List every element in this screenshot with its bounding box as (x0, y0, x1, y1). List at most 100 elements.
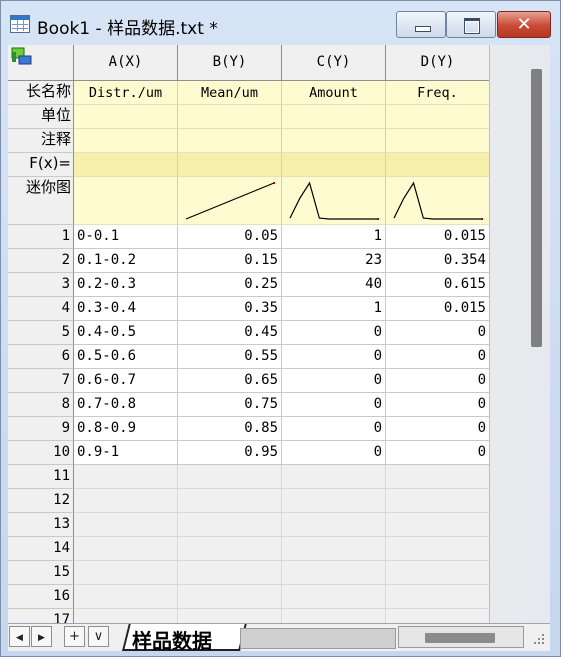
row-number[interactable]: 13 (8, 513, 74, 537)
data-cell-a[interactable]: 0.8-0.9 (74, 417, 178, 441)
row-number[interactable]: 7 (8, 369, 74, 393)
comments-cell-d[interactable] (386, 129, 489, 153)
data-cell-c[interactable]: 23 (282, 249, 386, 273)
empty-cell-a[interactable] (74, 513, 178, 537)
sheet-list-button[interactable]: ∨ (88, 626, 109, 647)
data-cell-b[interactable]: 0.35 (178, 297, 282, 321)
row-number[interactable]: 12 (8, 489, 74, 513)
fx-cell-d[interactable] (386, 153, 489, 177)
empty-cell-b[interactable] (178, 585, 282, 609)
fx-cell-b[interactable] (178, 153, 282, 177)
data-cell-d[interactable]: 0 (386, 393, 489, 417)
data-cell-d[interactable]: 0 (386, 321, 489, 345)
empty-cell-b[interactable] (178, 537, 282, 561)
comments-cell-b[interactable] (178, 129, 282, 153)
data-cell-b[interactable]: 0.75 (178, 393, 282, 417)
worksheet-grid[interactable]: A(X) B(Y) C(Y) D(Y) 长名称 Distr./um Mean/um Amoun… (8, 45, 489, 623)
data-cell-c[interactable]: 0 (282, 345, 386, 369)
empty-cell-d[interactable] (386, 513, 489, 537)
next-sheet-button[interactable]: ▶ (31, 626, 52, 647)
long-name-cell-b[interactable]: Mean/um (178, 81, 282, 105)
row-label-sparklines[interactable]: 迷你图 (8, 177, 74, 225)
data-cell-d[interactable]: 0 (386, 417, 489, 441)
empty-cell-c[interactable] (282, 489, 386, 513)
data-cell-c[interactable]: 1 (282, 225, 386, 249)
data-cell-d[interactable]: 0 (386, 369, 489, 393)
empty-cell-b[interactable] (178, 513, 282, 537)
vertical-scrollbar[interactable] (489, 45, 550, 623)
sparklines-cell-c[interactable] (282, 177, 386, 225)
row-label-comments[interactable]: 注释 (8, 129, 74, 153)
data-cell-d[interactable]: 0.615 (386, 273, 489, 297)
empty-cell-d[interactable] (386, 465, 489, 489)
empty-cell-c[interactable] (282, 585, 386, 609)
fx-cell-c[interactable] (282, 153, 386, 177)
empty-cell-d[interactable] (386, 585, 489, 609)
data-cell-b[interactable]: 0.55 (178, 345, 282, 369)
empty-cell-c[interactable] (282, 465, 386, 489)
data-cell-c[interactable]: 0 (282, 321, 386, 345)
empty-cell-b[interactable] (178, 609, 282, 623)
sparklines-cell-b[interactable] (178, 177, 282, 225)
empty-cell-b[interactable] (178, 465, 282, 489)
horizontal-scroll-thumb[interactable] (425, 633, 495, 643)
row-label-units[interactable]: 单位 (8, 105, 74, 129)
empty-cell-c[interactable] (282, 609, 386, 623)
data-cell-d[interactable]: 0.015 (386, 297, 489, 321)
sheet-tab-label[interactable]: 样品数据 (132, 625, 212, 654)
empty-cell-d[interactable] (386, 561, 489, 585)
sparklines-cell-a[interactable] (74, 177, 178, 225)
data-cell-c[interactable]: 1 (282, 297, 386, 321)
data-cell-c[interactable]: 0 (282, 393, 386, 417)
empty-cell-c[interactable] (282, 561, 386, 585)
units-cell-b[interactable] (178, 105, 282, 129)
data-cell-d[interactable]: 0.015 (386, 225, 489, 249)
data-cell-b[interactable]: 0.95 (178, 441, 282, 465)
data-cell-a[interactable]: 0.2-0.3 (74, 273, 178, 297)
close-button[interactable]: ✕ (497, 11, 551, 38)
long-name-cell-c[interactable]: Amount (282, 81, 386, 105)
empty-cell-a[interactable] (74, 465, 178, 489)
long-name-cell-d[interactable]: Freq. (386, 81, 489, 105)
data-cell-d[interactable]: 0.354 (386, 249, 489, 273)
add-sheet-button[interactable]: + (64, 626, 85, 647)
empty-cell-d[interactable] (386, 489, 489, 513)
row-number[interactable]: 15 (8, 561, 74, 585)
empty-cell-a[interactable] (74, 609, 178, 623)
long-name-cell-a[interactable]: Distr./um (74, 81, 178, 105)
units-cell-a[interactable] (74, 105, 178, 129)
row-number[interactable]: 2 (8, 249, 74, 273)
horizontal-scrollbar[interactable] (398, 626, 524, 648)
data-cell-b[interactable]: 0.45 (178, 321, 282, 345)
column-header-b[interactable]: B(Y) (178, 45, 282, 81)
units-cell-d[interactable] (386, 105, 489, 129)
row-number[interactable]: 5 (8, 321, 74, 345)
data-cell-a[interactable]: 0.6-0.7 (74, 369, 178, 393)
data-cell-c[interactable]: 0 (282, 417, 386, 441)
data-cell-d[interactable]: 0 (386, 345, 489, 369)
data-cell-b[interactable]: 0.05 (178, 225, 282, 249)
data-cell-a[interactable]: 0.5-0.6 (74, 345, 178, 369)
row-number[interactable]: 6 (8, 345, 74, 369)
sparklines-cell-d[interactable] (386, 177, 489, 225)
row-number[interactable]: 16 (8, 585, 74, 609)
empty-cell-d[interactable] (386, 537, 489, 561)
row-label-long-name[interactable]: 长名称 (8, 81, 74, 105)
data-cell-b[interactable]: 0.65 (178, 369, 282, 393)
empty-cell-a[interactable] (74, 489, 178, 513)
empty-cell-a[interactable] (74, 537, 178, 561)
row-number[interactable]: 11 (8, 465, 74, 489)
data-cell-a[interactable]: 0.4-0.5 (74, 321, 178, 345)
resize-grip-icon[interactable] (530, 630, 546, 646)
data-cell-a[interactable]: 0.1-0.2 (74, 249, 178, 273)
empty-cell-d[interactable] (386, 609, 489, 623)
data-cell-a[interactable]: 0-0.1 (74, 225, 178, 249)
row-number[interactable]: 10 (8, 441, 74, 465)
units-cell-c[interactable] (282, 105, 386, 129)
prev-sheet-button[interactable]: ◀ (9, 626, 30, 647)
row-number[interactable]: 14 (8, 537, 74, 561)
minimize-button[interactable] (396, 11, 446, 38)
row-number[interactable]: 4 (8, 297, 74, 321)
data-cell-b[interactable]: 0.85 (178, 417, 282, 441)
maximize-button[interactable] (446, 11, 496, 38)
